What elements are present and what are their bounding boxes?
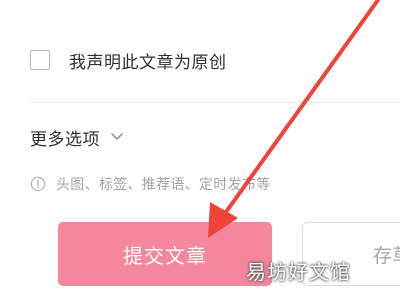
watermark: 易坊好文馆 [246,260,351,284]
more-options-toggle[interactable]: 更多选项 [30,122,124,152]
section-divider [30,102,400,103]
hint-text: 头图、标签、推荐语、定时发布等 [56,177,271,193]
original-declaration-label[interactable]: 我声明此文章为原创 [69,48,227,73]
chevron-down-icon[interactable] [110,132,124,142]
original-declaration-checkbox[interactable] [30,50,50,70]
publish-settings-panel: 我声明此文章为原创 更多选项 头图、标签、推荐语、定时发布等 提交文章 存草稿 … [0,0,400,300]
info-icon [30,176,46,192]
submit-article-button[interactable]: 提交文章 [58,222,272,286]
submit-article-label: 提交文章 [123,243,207,268]
original-declaration-row[interactable]: 我声明此文章为原创 [30,44,227,76]
more-options-label[interactable]: 更多选项 [30,125,100,150]
more-options-hint: 头图、标签、推荐语、定时发布等 [30,172,271,196]
save-draft-label: 存草稿 [373,244,400,267]
